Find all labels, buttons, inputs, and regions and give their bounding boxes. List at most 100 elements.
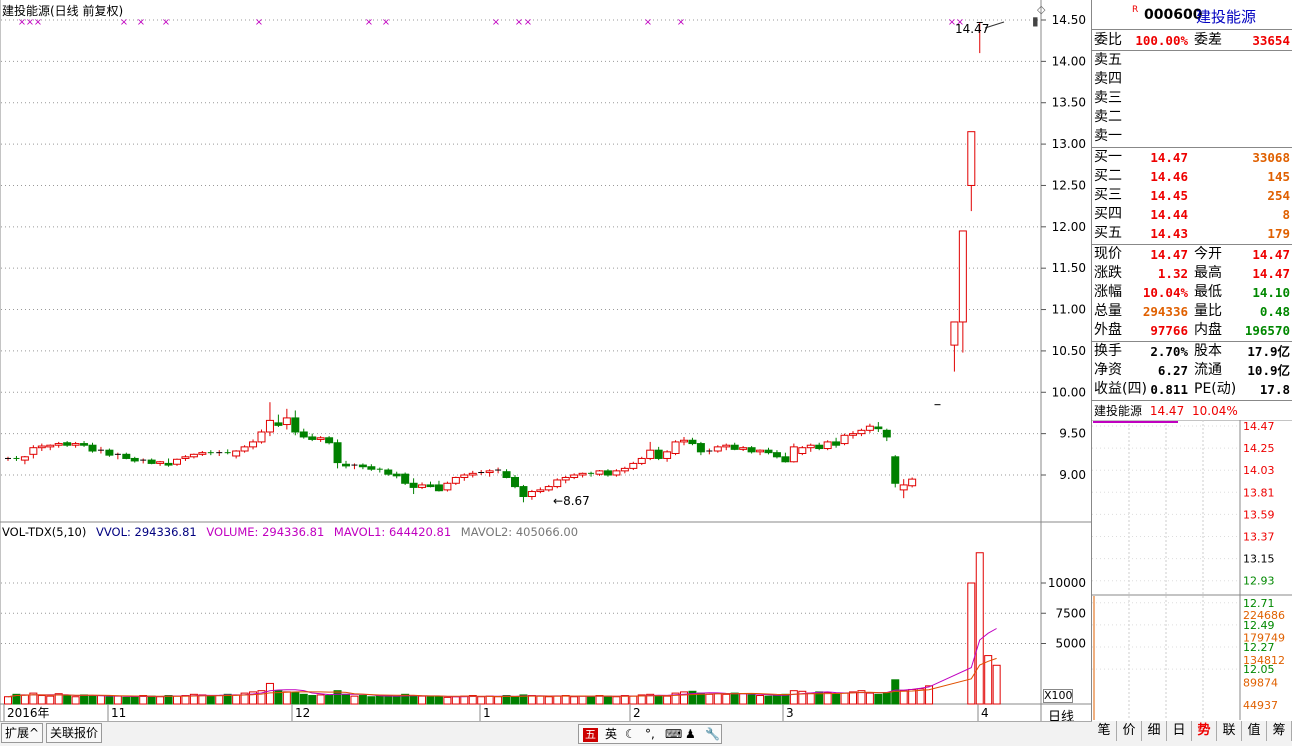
candle-body [722, 444, 731, 448]
candle-body [426, 484, 435, 488]
sell-level-row: 卖一 [1092, 127, 1292, 146]
mini-price-label: 14.25 [1243, 442, 1275, 455]
volume-bar [325, 695, 334, 705]
side-tab[interactable]: 筹 [1267, 721, 1292, 741]
volume-bar [865, 692, 874, 705]
candle [671, 440, 680, 456]
related-quotes-tab[interactable]: 关联报价 [46, 723, 103, 743]
candle-body [181, 456, 190, 459]
buy-level-price: 14.43 [1150, 226, 1188, 241]
fund-value: 2.70% [1150, 344, 1188, 359]
volume-bar [426, 696, 435, 705]
stat-label: 最低 [1194, 284, 1222, 300]
side-tab[interactable]: 细 [1142, 721, 1167, 741]
keyboard-icon[interactable]: ⌨ [665, 725, 682, 743]
volume-bar [291, 692, 300, 705]
candle-body [798, 447, 807, 454]
volume-bar [80, 694, 89, 705]
volume-tick-label: 5000 [1055, 637, 1086, 651]
buy-level-price: 14.44 [1150, 207, 1188, 222]
volume-bar [215, 695, 224, 705]
ime-toolbar[interactable]: 五 英 ☾ °, ⌨ ♟ 🔧 [578, 724, 722, 744]
candle-body [485, 470, 494, 474]
candle-body [781, 456, 790, 463]
volume-tick-label: 10000 [1048, 576, 1086, 590]
candle-body [282, 417, 291, 426]
side-tab[interactable]: 值 [1242, 721, 1267, 741]
candle-body [654, 449, 663, 459]
buy-level-label: 买一 [1094, 149, 1122, 165]
volume-bar [358, 695, 367, 705]
candle-body [173, 458, 181, 465]
candle-body [815, 444, 824, 450]
fund-label: 收益(四) [1094, 381, 1147, 397]
moon-icon[interactable]: ☾ [625, 725, 636, 743]
time-tick-label: 2016年 [7, 706, 50, 720]
mini-price-label: 12.93 [1243, 575, 1275, 588]
volume-bar [147, 695, 156, 705]
candle-body [772, 452, 781, 458]
mini-chart-header: 建投能源 14.47 10.04% [1092, 402, 1292, 420]
candle-body [468, 472, 477, 476]
volume-bar [477, 696, 486, 705]
price-tick-label: 13.50 [1052, 96, 1086, 110]
fundamental-row: 换手 2.70% 股本 17.9亿 [1092, 342, 1292, 361]
sell-level-label: 卖五 [1094, 52, 1122, 68]
stat-value: 97766 [1150, 323, 1188, 338]
candle-body [688, 439, 697, 445]
punctuation-icon[interactable]: °, [645, 725, 655, 743]
volume-bar [849, 691, 857, 705]
stat-label: 内盘 [1194, 322, 1222, 338]
volume-bar [561, 695, 570, 705]
price-tick-label: 13.00 [1052, 137, 1086, 151]
chart-close-icon[interactable]: ▮ [1032, 14, 1039, 28]
candle [891, 455, 900, 488]
volume-bar [164, 695, 173, 705]
side-tab[interactable]: 联 [1217, 721, 1242, 741]
candle-body [553, 479, 562, 488]
kline-chart[interactable]: × × × × × × × × × × × × × × × × 14.5014.0013.5013.0012.… [0, 0, 1091, 721]
expand-tab[interactable]: 扩展^ [1, 723, 44, 743]
stat-label: 今开 [1194, 246, 1222, 262]
volume-bar [739, 693, 748, 705]
side-tab[interactable]: 价 [1117, 721, 1142, 741]
candle-body [409, 482, 418, 488]
candle-body [527, 491, 536, 498]
volume-bar [232, 694, 241, 705]
volume-bar [511, 696, 519, 705]
candle-body [544, 486, 553, 491]
volume-bar [629, 695, 638, 705]
sell-level-label: 卖四 [1094, 71, 1122, 87]
low-price-value: 8.67 [563, 494, 590, 508]
stat-label: 总量 [1094, 303, 1122, 319]
ime-mode-icon[interactable]: 五 [583, 728, 598, 742]
fund-label: 股本 [1194, 343, 1222, 359]
stat-value: 14.10 [1252, 285, 1290, 300]
mini-price-label: 14.47 [1243, 420, 1275, 433]
volume-bar [88, 695, 97, 705]
user-icon[interactable]: ♟ [685, 725, 696, 743]
event-marker: × [677, 17, 685, 28]
event-marker: × [137, 17, 145, 28]
volume-bar [578, 695, 587, 705]
side-tab[interactable]: 日 [1167, 721, 1192, 741]
candle-body [536, 489, 545, 493]
candle-body [358, 464, 367, 468]
volume-bar [882, 692, 891, 705]
sell-level-row: 卖二 [1092, 108, 1292, 127]
ime-lang[interactable]: 英 [605, 725, 617, 743]
candle-body [232, 450, 241, 457]
candle-body [882, 429, 891, 438]
mini-intraday-chart[interactable]: 14.47 14.25 14.03 13.81 13.59 13.37 13.15 12.93… [1092, 420, 1292, 720]
volume-bar [46, 695, 55, 705]
mini-pct: 10.04% [1192, 404, 1238, 418]
margin-flag: R [1132, 5, 1139, 15]
candle-body [80, 443, 89, 446]
side-tab[interactable]: 势 [1192, 721, 1217, 741]
stat-label: 现价 [1094, 246, 1122, 262]
side-tab[interactable]: 笔 [1092, 721, 1117, 741]
wrench-icon[interactable]: 🔧 [705, 725, 720, 743]
candle [105, 448, 114, 457]
volume-bar [173, 695, 181, 705]
volume-bar [333, 690, 342, 705]
